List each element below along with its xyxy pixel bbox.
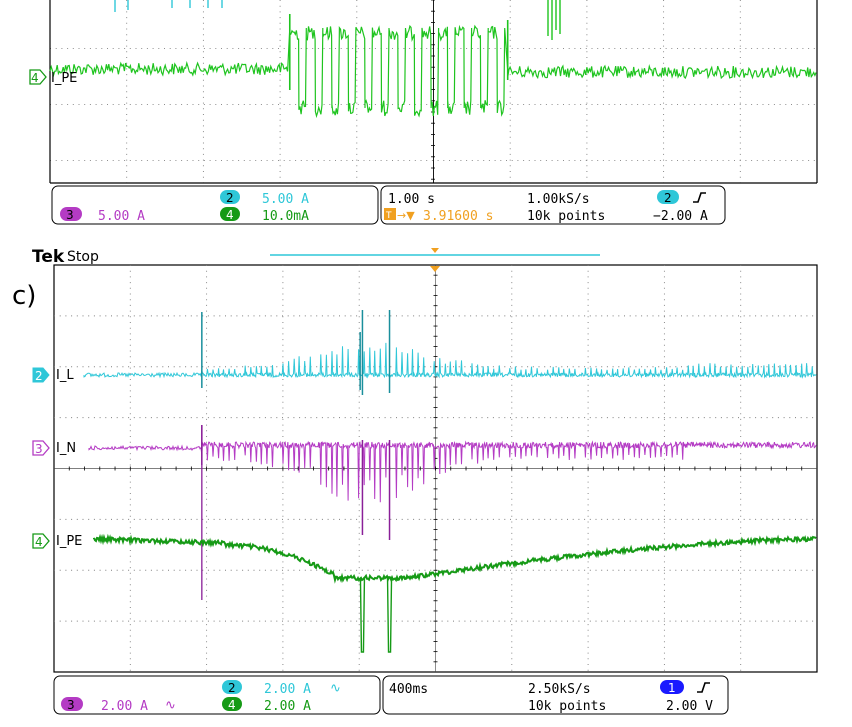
ch3-bw-icon: ∿ xyxy=(165,698,176,713)
run-state: Stop xyxy=(67,249,99,265)
svg-text:4: 4 xyxy=(35,535,43,549)
ch2-label: I_L xyxy=(56,368,74,383)
top-record-length: 10k points xyxy=(527,209,605,224)
svg-text:3: 3 xyxy=(35,442,43,456)
trigger-overview-marker-icon xyxy=(431,248,439,253)
trig-level: 2.00 V xyxy=(666,699,713,714)
brand-logo: Tek xyxy=(32,247,65,267)
trigger-arrow-icon: →▼ xyxy=(397,209,415,222)
top-plot-area: 4 I_PE xyxy=(29,0,818,184)
top-trig-ch-badge: 2 xyxy=(664,191,672,205)
top-ch4-marker: 4 xyxy=(29,69,47,85)
ch4-scale: 2.00 A xyxy=(264,699,311,714)
panel-label: c) xyxy=(12,281,36,311)
ch3-scale: 2.00 A xyxy=(101,699,148,714)
top-ch4-marker-num: 4 xyxy=(31,71,39,85)
timebase: 400ms xyxy=(389,682,428,697)
top-trig-level: −2.00 A xyxy=(653,209,708,224)
top-sample-rate: 1.00kS/s xyxy=(527,192,590,207)
ch4-marker: 4 xyxy=(32,533,50,549)
ch3-label: I_N xyxy=(56,441,76,456)
top-status-bar: 2 5.00 A 3 5.00 A 4 10.0mA 1.00 s T →▼ 3… xyxy=(51,185,726,225)
record-length: 10k points xyxy=(528,699,606,714)
top-ch4-label: I_PE xyxy=(51,71,77,86)
bottom-status-bar: 2 2.00 A ∿ 3 2.00 A ∿ 4 2.00 A 400ms 2.5… xyxy=(53,675,729,715)
top-ch2-badge: 2 xyxy=(226,191,234,205)
ch3-marker: 3 xyxy=(32,440,50,456)
svg-text:2: 2 xyxy=(35,369,43,383)
oscilloscope-capture: 4 I_PE 2 5.00 A 3 5.00 A 4 10.0mA 1.00 s… xyxy=(12,0,818,715)
ch3-badge: 3 xyxy=(67,698,75,712)
top-trigger-pos: 3.91600 s xyxy=(423,209,493,224)
top-timebase: 1.00 s xyxy=(388,192,435,207)
trigger-pos-icon: T xyxy=(385,211,392,221)
ch4-badge: 4 xyxy=(228,698,236,712)
top-ch4-badge: 4 xyxy=(226,208,234,222)
top-ch2-scale: 5.00 A xyxy=(262,192,309,207)
top-ch4-scale: 10.0mA xyxy=(262,209,309,224)
top-ch3-scale: 5.00 A xyxy=(98,209,145,224)
ch2-scale: 2.00 A xyxy=(264,682,311,697)
sample-rate: 2.50kS/s xyxy=(528,682,591,697)
ch2-badge: 2 xyxy=(228,681,236,695)
trig-ch-badge: 1 xyxy=(668,681,676,695)
top-ch3-badge: 3 xyxy=(66,208,74,222)
ch2-bw-icon: ∿ xyxy=(330,681,341,696)
bottom-plot-area xyxy=(53,264,818,673)
ch2-marker: 2 xyxy=(32,367,50,383)
ch4-label: I_PE xyxy=(56,534,82,549)
